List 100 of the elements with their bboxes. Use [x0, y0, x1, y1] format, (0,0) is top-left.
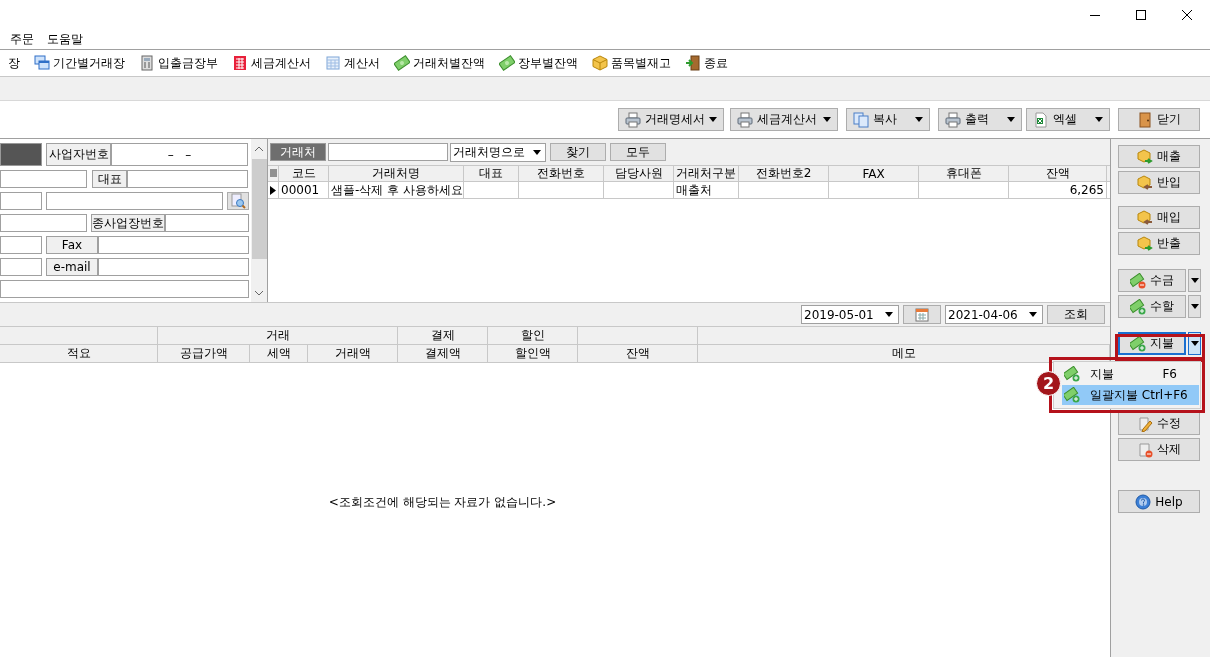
toolbar-button[interactable]: 거래명세서 — [618, 108, 724, 131]
date-picker[interactable]: 2021-04-06 — [945, 305, 1043, 324]
date-picker[interactable]: 2019-05-01 — [801, 305, 899, 324]
input-field[interactable] — [0, 192, 42, 210]
column-header[interactable]: 잔액 — [1009, 166, 1107, 181]
table-icon — [325, 55, 341, 71]
column-header[interactable]: 잔액 — [578, 345, 698, 362]
side-button[interactable]: 반출 — [1118, 232, 1200, 255]
banknote-icon — [1064, 366, 1080, 382]
box-arrow-icon — [1137, 209, 1153, 226]
dropdown-button[interactable] — [1188, 295, 1201, 318]
scroll-down-icon[interactable] — [255, 290, 264, 296]
help-icon — [1135, 493, 1152, 510]
caret-icon — [885, 312, 893, 317]
banknote-icon — [1064, 387, 1080, 403]
column-header[interactable]: 공급가액 — [158, 345, 250, 362]
search-field[interactable] — [328, 143, 448, 161]
scroll-up-icon[interactable] — [255, 145, 264, 151]
toolbar-button[interactable]: 입출금장부 — [131, 51, 224, 75]
column-header[interactable]: 거래액 — [308, 345, 398, 362]
column-header[interactable]: 대표 — [464, 166, 519, 181]
caret-icon — [1190, 304, 1199, 309]
column-header[interactable]: 코드 — [279, 166, 329, 181]
toolbar-button[interactable]: 품목별재고 — [584, 51, 677, 75]
column-header[interactable]: 담당사원 — [604, 166, 674, 181]
menu-item[interactable]: 주문 — [10, 31, 34, 48]
minimize-icon — [1090, 14, 1100, 16]
input-field[interactable] — [0, 236, 42, 254]
side-button[interactable]: 수금 — [1118, 269, 1186, 292]
column-header[interactable]: 거래처구분 — [674, 166, 739, 181]
input-field[interactable] — [98, 258, 249, 276]
banknote-icon — [1130, 272, 1146, 289]
toolbar-button[interactable]: 세금계산서 — [730, 108, 838, 131]
caret-icon — [1190, 341, 1199, 346]
search-mode-dropdown[interactable]: 거래처명으로 — [450, 142, 546, 162]
close-icon — [1182, 10, 1192, 20]
toolbar-button[interactable]: 장부별잔액 — [491, 51, 584, 75]
column-header[interactable]: 적요 — [0, 345, 158, 362]
column-header[interactable]: 결제액 — [398, 345, 488, 362]
dropdown-button[interactable] — [1188, 269, 1201, 292]
box-arrow-icon — [1137, 235, 1153, 252]
caret-icon — [533, 149, 541, 155]
menu-item[interactable]: 일괄지불 Ctrl+F6 — [1062, 385, 1199, 405]
table-cell: 매출처 — [676, 182, 712, 198]
scrollbar[interactable] — [251, 139, 267, 302]
toolbar-button[interactable]: 복사 — [846, 108, 930, 131]
toolbar-button[interactable]: 거래처별잔액 — [386, 51, 491, 75]
lookup-button[interactable] — [227, 192, 249, 210]
side-button[interactable]: 삭제 — [1118, 438, 1200, 461]
toolbar-button[interactable]: 엑셀 — [1026, 108, 1110, 131]
table-icon — [232, 55, 248, 71]
input-field[interactable] — [0, 258, 42, 276]
input-field[interactable] — [46, 192, 223, 210]
column-header[interactable]: 휴대폰 — [919, 166, 1009, 181]
search-label: 거래처 — [270, 143, 326, 161]
menu-item[interactable]: 도움말 — [47, 31, 83, 48]
input-field[interactable] — [165, 214, 249, 232]
column-header[interactable]: 세액 — [250, 345, 308, 362]
toolbar-button[interactable]: 닫기 — [1118, 108, 1200, 131]
toolbar-button[interactable]: 세금계산서 — [224, 51, 317, 75]
column-header[interactable]: 전화번호2 — [739, 166, 829, 181]
printer-icon — [625, 111, 641, 128]
delete-icon — [1137, 441, 1153, 458]
input-field[interactable] — [0, 280, 249, 298]
empty-message: <조회조건에 해당되는 자료가 없습니다.> — [328, 493, 557, 511]
calculator-icon — [139, 55, 155, 71]
banknote-icon — [1130, 298, 1146, 315]
input-field[interactable] — [127, 170, 248, 188]
box-arrow-icon — [1137, 148, 1153, 165]
calendar-button[interactable] — [903, 305, 941, 324]
input-field[interactable] — [0, 214, 87, 232]
column-header[interactable]: 할인액 — [488, 345, 578, 362]
column-header[interactable]: 전화번호 — [519, 166, 604, 181]
search-button[interactable]: 찾기 — [550, 143, 606, 161]
side-button[interactable]: Help — [1118, 490, 1200, 513]
field-label: 대표 — [92, 170, 127, 188]
toolbar-button[interactable]: 출력 — [938, 108, 1022, 131]
search-button[interactable]: 모두 — [610, 143, 666, 161]
side-button[interactable]: 매입 — [1118, 206, 1200, 229]
search-icon — [230, 193, 246, 209]
column-header[interactable]: FAX — [829, 166, 919, 181]
input-field[interactable] — [0, 170, 87, 188]
side-button[interactable]: 수정 — [1118, 412, 1200, 435]
column-group-header: 결제 — [430, 327, 455, 344]
field-label: 사업자번호 — [46, 143, 111, 166]
input-field[interactable]: – – — [111, 143, 248, 166]
menu-item[interactable]: 지불 F6 — [1062, 364, 1199, 384]
printer-icon — [737, 111, 753, 128]
toolbar-button[interactable]: 종료 — [677, 51, 734, 75]
box-icon — [592, 55, 608, 71]
table-cell: 00001 — [281, 183, 320, 197]
side-button[interactable]: 수할 — [1118, 295, 1186, 318]
column-header[interactable]: 거래처명 — [329, 166, 464, 181]
side-button[interactable]: 반입 — [1118, 171, 1200, 194]
toolbar-button[interactable]: 기간별거래장 — [26, 51, 131, 75]
toolbar-button[interactable]: 장 — [0, 51, 26, 75]
input-field[interactable] — [98, 236, 249, 254]
side-button[interactable]: 매출 — [1118, 145, 1200, 168]
search-button[interactable]: 조회 — [1047, 305, 1105, 324]
toolbar-button[interactable]: 계산서 — [317, 51, 386, 75]
